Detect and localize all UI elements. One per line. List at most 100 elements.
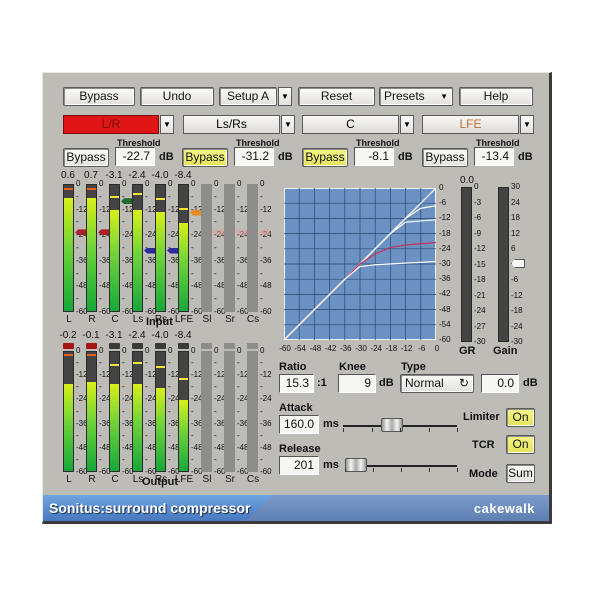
- peak-hold-marker: [64, 353, 73, 356]
- channel-bypass-button[interactable]: Bypass: [302, 148, 348, 167]
- level-meter: [109, 184, 120, 312]
- meter-peak-value: -8.4: [174, 330, 192, 341]
- graph-x-tick: -30: [355, 344, 367, 353]
- channel-select-lr[interactable]: L/R: [63, 115, 159, 134]
- footer-bar: Sonitus:surround compressor cakewalk: [43, 495, 549, 521]
- level-meter: [63, 351, 74, 472]
- meter-scale-tick: -: [260, 191, 263, 201]
- gr-scale-tick: -15: [474, 259, 486, 269]
- channel-label: Cs: [246, 314, 260, 325]
- knee-field[interactable]: 9: [338, 374, 376, 393]
- meter-scale-tick: -36: [260, 255, 272, 265]
- channel-c-arrow-icon[interactable]: ▼: [400, 115, 414, 134]
- level-meter: [132, 184, 143, 312]
- release-field[interactable]: 201: [279, 456, 319, 475]
- undo-button[interactable]: Undo: [140, 87, 214, 106]
- meter-scale-tick: -: [260, 268, 263, 278]
- release-slider-tick: [401, 468, 402, 472]
- channel-lfe-arrow-icon[interactable]: ▼: [520, 115, 534, 134]
- channel-bypass-button[interactable]: Bypass: [182, 148, 228, 167]
- clip-indicator[interactable]: [109, 343, 120, 349]
- help-button[interactable]: Help: [459, 87, 533, 106]
- meter-fill: [87, 197, 96, 311]
- graph-x-tick: -24: [370, 344, 382, 353]
- channel-label: LFE: [174, 474, 194, 485]
- release-label: Release: [279, 443, 321, 455]
- clip-indicator[interactable]: [86, 343, 97, 349]
- clip-indicator[interactable]: [178, 343, 189, 349]
- level-meter: [224, 351, 235, 472]
- level-meter: [155, 351, 166, 472]
- level-meter: [132, 351, 143, 472]
- peak-hold-marker: [87, 353, 96, 356]
- graph-y-tick: -12: [439, 213, 451, 223]
- type-select[interactable]: Normal ↻: [400, 374, 474, 393]
- clip-indicator[interactable]: [247, 343, 258, 349]
- clip-indicator[interactable]: [155, 343, 166, 349]
- channel-bypass-button[interactable]: Bypass: [63, 148, 109, 167]
- peak-hold-marker: [133, 361, 142, 364]
- gain-meter[interactable]: [498, 187, 509, 342]
- graph-x-tick: -48: [309, 344, 322, 353]
- channel-label: Sl: [202, 474, 212, 485]
- gain-slider-handle[interactable]: [511, 259, 525, 268]
- channel-lsrs-arrow-icon[interactable]: ▼: [281, 115, 295, 134]
- release-slider-thumb[interactable]: [345, 458, 368, 472]
- graph-y-tick: 0: [439, 183, 444, 192]
- mode-button[interactable]: Sum: [506, 464, 535, 483]
- setup-dropdown-arrow-icon[interactable]: ▼: [278, 87, 292, 106]
- bypass-all-button[interactable]: Bypass: [63, 87, 135, 106]
- channel-label: Sr: [225, 474, 235, 485]
- channel-lr-arrow-icon[interactable]: ▼: [160, 115, 174, 134]
- attack-field[interactable]: 160.0: [279, 415, 319, 434]
- tcr-toggle[interactable]: On: [506, 435, 535, 454]
- setup-button[interactable]: Setup A: [219, 87, 277, 106]
- channel-select-c[interactable]: C: [302, 115, 399, 134]
- meter-peak-value: -0.1: [82, 330, 100, 341]
- clip-indicator[interactable]: [224, 343, 235, 349]
- level-meter: [86, 184, 97, 312]
- meter-scale-tick: -24: [260, 394, 272, 404]
- threshold-field[interactable]: -31.2: [234, 147, 274, 166]
- gr-meter: [461, 187, 472, 342]
- clip-indicator[interactable]: [132, 343, 143, 349]
- meter-peak-value: -0.2: [59, 330, 77, 341]
- threshold-field[interactable]: -8.1: [354, 147, 394, 166]
- meter-scale-tick: -12: [260, 204, 272, 214]
- meter-peak-value: -2.4: [128, 330, 146, 341]
- level-meter: [201, 184, 212, 312]
- transfer-curve-graph: [284, 188, 436, 340]
- threshold-field[interactable]: -22.7: [115, 147, 155, 166]
- graph-y-tick: -30: [439, 259, 451, 268]
- channel-label: Rs: [154, 314, 168, 325]
- channel-bypass-button[interactable]: Bypass: [422, 148, 468, 167]
- channel-label: Ls: [132, 474, 144, 485]
- meter-scale-tick: -48: [260, 281, 272, 291]
- meter-fill: [110, 210, 119, 311]
- gr-scale-tick: -18: [474, 275, 486, 284]
- channel-select-lsrs[interactable]: Ls/Rs: [183, 115, 280, 134]
- reset-button[interactable]: Reset: [298, 87, 375, 106]
- meter-fill: [156, 212, 165, 311]
- output-gain-field[interactable]: 0.0: [481, 374, 519, 393]
- clip-indicator[interactable]: [63, 343, 74, 349]
- peak-hold-marker: [87, 188, 96, 191]
- meter-scale-tick: -12: [260, 370, 272, 380]
- ratio-field[interactable]: 15.3: [279, 374, 314, 393]
- channel-select-lfe[interactable]: LFE: [422, 115, 519, 134]
- graph-y-tick: -48: [439, 304, 451, 314]
- attack-slider-tick: [428, 428, 430, 432]
- threshold-field[interactable]: -13.4: [474, 147, 514, 166]
- clip-indicator[interactable]: [201, 343, 212, 349]
- gain-scale-tick: -18: [511, 306, 523, 315]
- threshold-unit: dB: [278, 151, 293, 163]
- channel-label: R: [88, 314, 96, 325]
- knee-unit: dB: [379, 377, 394, 389]
- limiter-toggle[interactable]: On: [506, 408, 535, 427]
- gain-scale-tick: -12: [511, 290, 523, 300]
- tcr-label: TCR: [472, 439, 495, 451]
- presets-dropdown[interactable]: Presets ▼: [379, 87, 453, 106]
- graph-x-tick: -18: [385, 344, 398, 353]
- channel-label: R: [88, 474, 96, 485]
- type-value: Normal: [405, 376, 444, 390]
